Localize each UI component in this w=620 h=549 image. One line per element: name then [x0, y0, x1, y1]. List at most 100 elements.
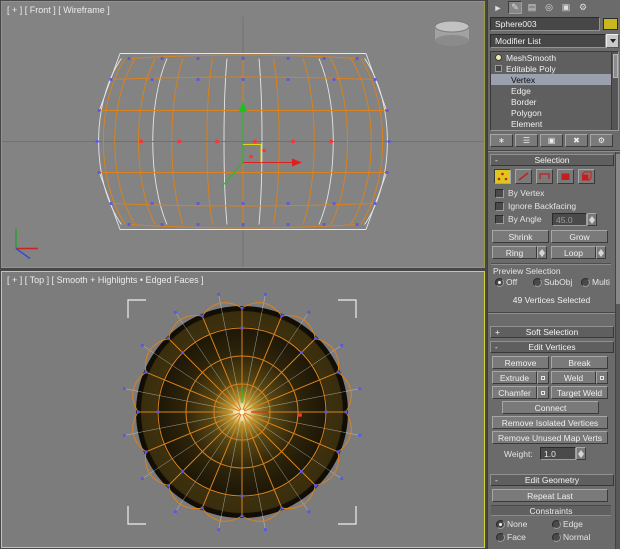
rollout-title: Soft Selection [525, 327, 579, 337]
modifier-list-arrow-icon[interactable] [606, 34, 619, 48]
constraint-normal-radio[interactable] [552, 533, 561, 542]
command-panel: ► ✎ ▤ ◎ ▣ ⚙ Sphere003 Modifier List Mesh… [487, 0, 620, 549]
rollout-edit-geometry-header[interactable]: - Edit Geometry [490, 474, 614, 486]
connect-button[interactable]: Connect [502, 401, 599, 414]
motion-tab-icon[interactable]: ◎ [542, 1, 556, 14]
remove-isolated-vertices-button[interactable]: Remove Isolated Vertices [492, 416, 608, 429]
by-angle-value-field[interactable]: 45.0 [552, 213, 587, 226]
separator [488, 312, 620, 314]
selected-vertices[interactable] [139, 139, 333, 159]
weld-settings-button[interactable] [596, 371, 608, 384]
stack-item-edge[interactable]: Edge [491, 85, 618, 96]
viewport-top[interactable]: [ + ] [ Top ] [ Smooth + Highlights • Ed… [1, 271, 485, 548]
stack-item-vertex[interactable]: Vertex [491, 74, 618, 85]
chamfer-settings-button[interactable] [537, 386, 549, 399]
constraint-edge-label: Edge [563, 519, 583, 529]
break-button[interactable]: Break [551, 356, 608, 369]
stack-item-label: Editable Poly [506, 63, 556, 74]
border-icon [539, 173, 550, 179]
ignore-backfacing-checkbox[interactable] [495, 202, 504, 211]
repeat-last-button[interactable]: Repeat Last [492, 489, 608, 502]
scene-object-secondary[interactable] [434, 20, 470, 46]
loop-button[interactable]: Loop [551, 246, 596, 259]
scrollbar-thumb[interactable] [616, 154, 620, 304]
preview-multi-label: Multi [592, 277, 610, 287]
edge-mode-button[interactable] [515, 169, 532, 184]
constraint-edge-radio[interactable] [552, 520, 561, 529]
object-name-field[interactable]: Sphere003 [490, 17, 600, 31]
command-panel-tabs: ► ✎ ▤ ◎ ▣ ⚙ [491, 1, 590, 14]
viewport-front[interactable]: [ + ] [ Front ] [ Wireframe ] [1, 1, 485, 268]
hierarchy-tab-icon[interactable]: ▤ [525, 1, 539, 14]
constraint-none-radio[interactable] [496, 520, 505, 529]
rollout-title: Selection [534, 155, 570, 165]
panel-scrollbar[interactable] [615, 152, 620, 549]
constraint-face-label: Face [507, 532, 526, 542]
modify-tab-icon[interactable]: ✎ [508, 1, 522, 14]
create-tab-icon[interactable]: ► [491, 1, 505, 14]
constraints-group-label: Constraints [491, 505, 611, 516]
by-vertex-label: By Vertex [508, 188, 545, 198]
display-tab-icon[interactable]: ▣ [559, 1, 573, 14]
selection-status: 49 Vertices Selected [512, 295, 591, 305]
stack-item-editable-poly[interactable]: Editable Poly [491, 63, 618, 74]
remove-unused-map-verts-button[interactable]: Remove Unused Map Verts [492, 431, 608, 444]
utilities-tab-icon[interactable]: ⚙ [576, 1, 590, 14]
modifier-list-dropdown[interactable]: Modifier List [490, 34, 606, 48]
modifier-enabled-icon[interactable] [495, 54, 502, 61]
weld-button[interactable]: Weld [551, 371, 596, 384]
shrink-button[interactable]: Shrink [492, 230, 549, 243]
remove-button[interactable]: Remove [492, 356, 549, 369]
viewport-front-label[interactable]: [ + ] [ Front ] [ Wireframe ] [7, 5, 110, 15]
by-angle-spinner[interactable] [587, 213, 597, 226]
show-end-result-button[interactable]: ☰ [515, 134, 538, 147]
stack-scrollbar[interactable] [611, 52, 618, 130]
stack-item-meshsmooth[interactable]: MeshSmooth [491, 52, 618, 63]
pin-stack-button[interactable]: ∗ [490, 134, 513, 147]
stack-item-label: Element [511, 118, 543, 129]
element-icon [581, 171, 592, 181]
stack-toolbar: ∗ ☰ ▣ ✖ ⚙ [490, 134, 613, 147]
collapse-icon: + [495, 327, 500, 337]
constraints-label: Constraints [529, 505, 573, 516]
weight-value-field[interactable]: 1.0 [540, 447, 576, 460]
ignore-backfacing-label: Ignore Backfacing [508, 201, 577, 211]
rollout-edit-vertices-header[interactable]: - Edit Vertices [490, 341, 614, 353]
object-color-swatch[interactable] [603, 18, 618, 30]
configure-modifier-sets-button[interactable]: ⚙ [590, 134, 613, 147]
expand-icon[interactable] [495, 65, 502, 72]
constraint-normal-label: Normal [563, 532, 591, 542]
weight-label: Weight: [504, 449, 533, 459]
loop-spinner[interactable] [596, 246, 606, 259]
by-angle-checkbox[interactable] [495, 215, 504, 224]
by-vertex-checkbox[interactable] [495, 189, 504, 198]
grow-button[interactable]: Grow [551, 230, 608, 243]
stack-item-border[interactable]: Border [491, 96, 618, 107]
weight-spinner[interactable] [576, 447, 586, 460]
rollout-selection-header[interactable]: - Selection [490, 154, 614, 166]
chamfer-button[interactable]: Chamfer [492, 386, 537, 399]
border-mode-button[interactable] [536, 169, 553, 184]
stack-item-element[interactable]: Element [491, 118, 618, 129]
extrude-button[interactable]: Extrude [492, 371, 537, 384]
ring-spinner[interactable] [537, 246, 547, 259]
vertex-mode-button[interactable] [494, 169, 511, 184]
target-weld-button[interactable]: Target Weld [551, 386, 608, 399]
element-mode-button[interactable] [578, 169, 595, 184]
constraint-face-radio[interactable] [496, 533, 505, 542]
make-unique-button[interactable]: ▣ [540, 134, 563, 147]
preview-multi-radio[interactable] [581, 278, 590, 287]
viewport-top-label[interactable]: [ + ] [ Top ] [ Smooth + Highlights • Ed… [7, 275, 204, 285]
remove-modifier-button[interactable]: ✖ [565, 134, 588, 147]
separator [488, 150, 620, 152]
top-viewport-scene [122, 292, 362, 532]
scrollbar-thumb[interactable] [613, 54, 618, 78]
preview-off-radio[interactable] [495, 278, 504, 287]
preview-subobj-label: SubObj [544, 277, 573, 287]
preview-subobj-radio[interactable] [533, 278, 542, 287]
stack-item-polygon[interactable]: Polygon [491, 107, 618, 118]
rollout-soft-selection-header[interactable]: + Soft Selection [490, 326, 614, 338]
ring-button[interactable]: Ring [492, 246, 537, 259]
polygon-mode-button[interactable] [557, 169, 574, 184]
extrude-settings-button[interactable] [537, 371, 549, 384]
